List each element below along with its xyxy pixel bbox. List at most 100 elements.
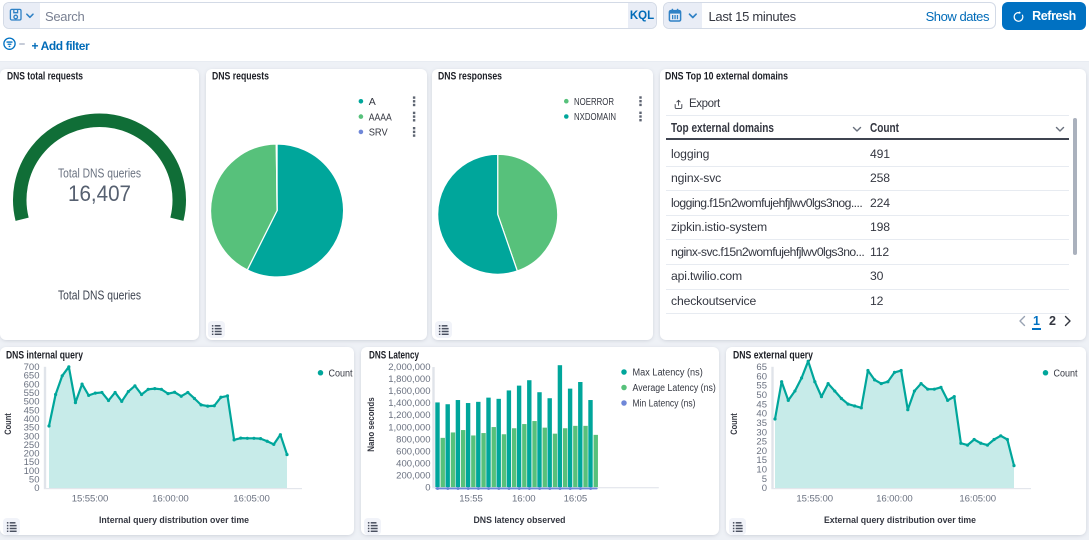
legend-more-options-icon[interactable]	[412, 112, 414, 122]
column-header-count[interactable]: Count	[870, 121, 900, 135]
pie-chart-dns-requests: AAAAASRV	[206, 69, 427, 340]
export-button[interactable]: Export	[673, 96, 720, 112]
table-cell-domain[interactable]: checkoutservice	[671, 294, 756, 308]
table-cell-domain[interactable]: nginx-svc	[671, 171, 721, 185]
row-divider	[666, 215, 1070, 216]
refresh-button[interactable]: Refresh	[1002, 2, 1086, 30]
y-tick-label: 1,800,000	[388, 374, 430, 385]
pagination-page-2[interactable]: 2	[1046, 314, 1059, 328]
area-fill	[49, 366, 287, 487]
legend-label[interactable]: Count	[329, 368, 353, 379]
show-dates-button[interactable]: Show dates	[926, 3, 989, 30]
legend-label[interactable]: AAAA	[368, 111, 391, 123]
legend-more-options-icon[interactable]	[412, 127, 414, 137]
x-tick-label: 16:05:00	[233, 493, 270, 504]
chevron-down-icon	[690, 14, 697, 17]
x-tick-label: 16:05:00	[959, 493, 996, 504]
y-axis-title: Nano seconds	[366, 397, 377, 451]
row-divider	[666, 166, 1070, 167]
panel-title: DNS Top 10 external domains	[665, 71, 788, 83]
x-axis-title: Internal query distribution over time	[99, 515, 249, 526]
pie-chart-dns-responses: NOERROR NXDOMAIN	[432, 69, 653, 340]
gauge-bottom-label: Total DNS queries	[58, 288, 141, 303]
refresh-icon	[1012, 10, 1025, 23]
time-range-label[interactable]: Last 15 minutes	[709, 3, 796, 30]
query-bar: Search KQL	[0, 0, 1089, 62]
y-tick-label: 1,400,000	[388, 398, 430, 409]
filter-icon[interactable]	[3, 37, 17, 51]
legend-label[interactable]: Count	[1054, 368, 1078, 379]
row-divider	[666, 289, 1070, 290]
kql-button[interactable]: KQL	[628, 3, 656, 28]
table-cell-domain[interactable]: logging	[671, 147, 709, 161]
legend-label[interactable]: A	[368, 96, 375, 108]
x-tick-label: 16:00	[512, 493, 536, 504]
date-quick-select-button[interactable]	[664, 3, 702, 28]
area-chart-internal: 0501001502002503003504004505005506006507…	[0, 347, 354, 535]
table-cell-count: 258	[870, 171, 890, 185]
y-tick-label: 800,000	[396, 434, 430, 445]
y-tick-label: 1,600,000	[388, 386, 430, 397]
pie-slice-SRV[interactable]	[276, 144, 277, 211]
export-label: Export	[689, 98, 720, 110]
legend-toggle-button[interactable]	[364, 518, 381, 535]
sort-chevron-icon[interactable]	[854, 128, 861, 132]
y-tick-label: 1,000,000	[388, 422, 430, 433]
table-cell-domain[interactable]: logging.f15n2womfujehfjlwv0lgs3nog....	[671, 196, 862, 210]
x-axis-title: DNS latency observed	[474, 515, 566, 526]
scrollbar-thumb[interactable]	[1073, 118, 1077, 255]
saved-query-menu-button[interactable]	[4, 3, 40, 28]
y-axis-title: Count	[729, 412, 740, 434]
bar-chart-latency: 0200,000400,000600,000800,0001,000,0001,…	[361, 347, 719, 535]
list-icon	[367, 521, 379, 533]
table-cell-domain[interactable]: nginx-svc.f15n2womfujehfjlwv0lgs3no...	[671, 245, 864, 259]
export-icon	[673, 99, 684, 110]
row-divider	[666, 239, 1070, 240]
y-axis-line	[44, 366, 46, 487]
date-picker: Last 15 minutes Show dates	[663, 2, 996, 29]
legend-toggle-button[interactable]	[435, 321, 452, 338]
pagination-prev-icon[interactable]	[1018, 315, 1027, 327]
legend-label[interactable]: Max Latency (ns)	[633, 367, 703, 378]
legend-dot	[358, 130, 363, 135]
legend-label[interactable]: Min Latency (ns)	[633, 398, 696, 409]
sort-chevron-icon[interactable]	[1057, 128, 1064, 132]
x-tick-label: 15:55	[459, 493, 483, 504]
y-axis-line	[432, 367, 434, 487]
table-cell-domain[interactable]: api.twilio.com	[671, 269, 742, 283]
table-header-row[interactable]: Top external domains Count	[660, 119, 1080, 137]
y-tick-label: 700	[24, 362, 40, 373]
legend-dot	[621, 400, 627, 406]
legend-dot	[621, 369, 627, 375]
legend-toggle-button[interactable]	[729, 518, 746, 535]
legend-toggle-button[interactable]	[208, 321, 225, 338]
x-axis-line	[771, 488, 1031, 489]
legend-label[interactable]: NXDOMAIN	[574, 111, 616, 123]
search-input[interactable]: Search KQL	[3, 2, 657, 29]
legend-more-options-icon[interactable]	[639, 96, 641, 106]
header-rule	[666, 138, 1070, 140]
y-axis-title: Count	[3, 412, 14, 434]
column-header-domains[interactable]: Top external domains	[671, 121, 774, 135]
legend-toggle-button[interactable]	[3, 518, 20, 535]
table-cell-count: 491	[870, 147, 890, 161]
pagination-next-icon[interactable]	[1063, 315, 1072, 327]
legend-more-options-icon[interactable]	[412, 96, 414, 106]
legend-label[interactable]: Average Latency (ns)	[633, 383, 716, 394]
calendar-icon	[669, 8, 680, 20]
gauge-chart: Total DNS queries16,407Total DNS queries	[0, 69, 199, 340]
legend-label[interactable]: SRV	[368, 127, 387, 139]
y-tick-label: 200,000	[396, 470, 430, 481]
table-cell-domain[interactable]: zipkin.istio-system	[671, 220, 767, 234]
add-filter-button[interactable]: + Add filter	[32, 39, 90, 53]
legend-label[interactable]: NOERROR	[574, 96, 614, 108]
table-cell-count: 30	[870, 269, 883, 283]
legend-more-options-icon[interactable]	[639, 112, 641, 122]
pagination-page-1[interactable]: 1	[1030, 314, 1043, 328]
x-tick-label: 16:05	[564, 493, 588, 504]
y-tick-label: 1,200,000	[388, 410, 430, 421]
y-tick-label: 2,000,000	[388, 362, 430, 373]
bars-min-latency[interactable]	[435, 487, 597, 489]
legend-dot	[1043, 370, 1049, 376]
x-tick-label: 15:55:00	[72, 493, 109, 504]
